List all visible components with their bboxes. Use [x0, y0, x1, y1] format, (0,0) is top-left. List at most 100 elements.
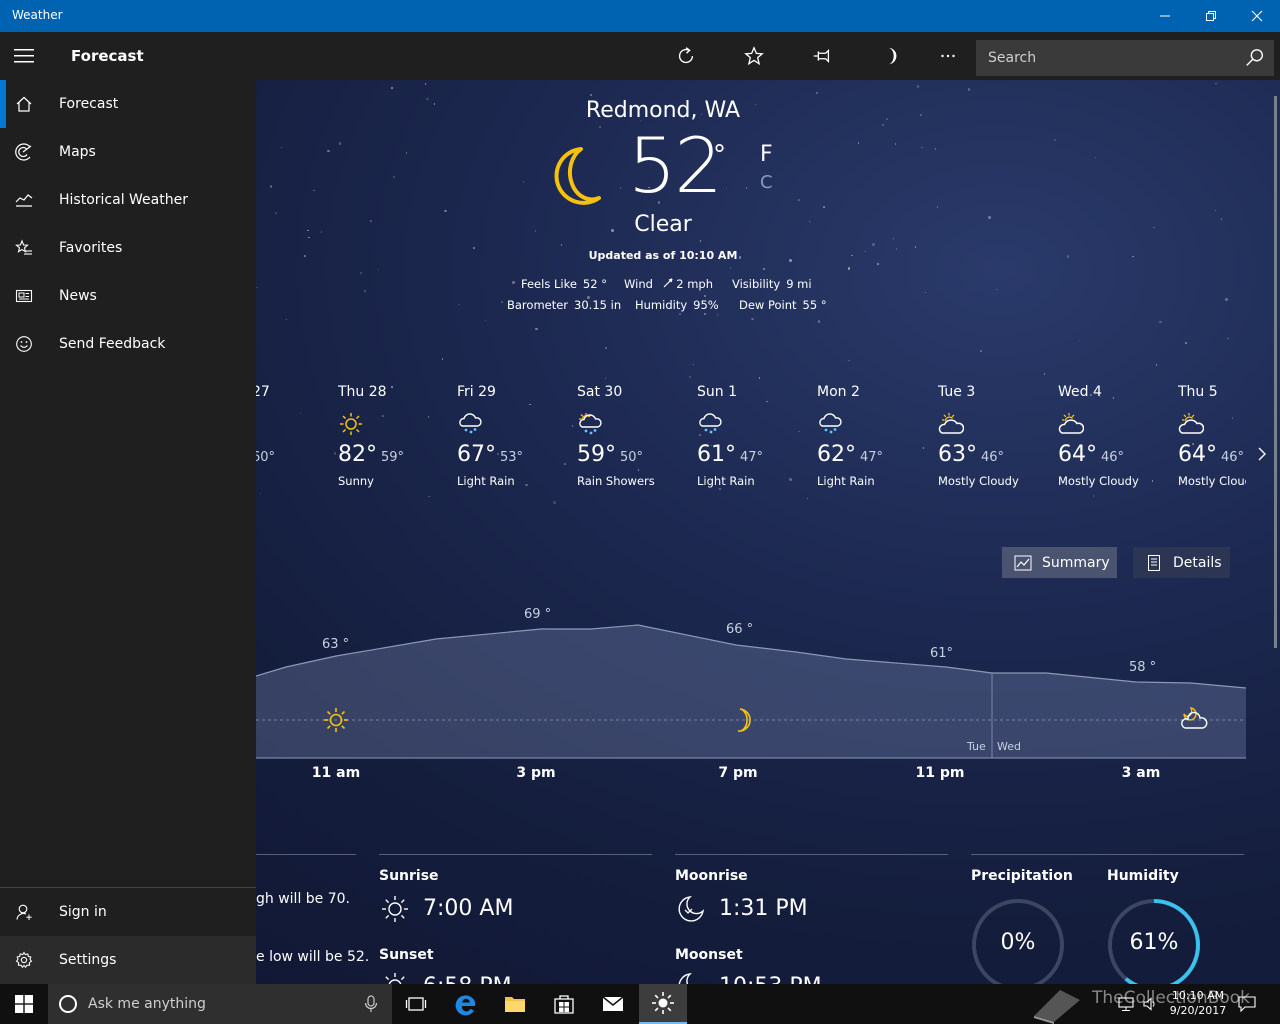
sidebar-item-favorites[interactable]: Favorites — [0, 224, 256, 272]
star — [851, 254, 853, 257]
star — [679, 313, 681, 315]
humidity-value: 95% — [693, 298, 719, 312]
star — [1094, 156, 1097, 159]
low-temp: 60° — [256, 450, 276, 465]
network-icon[interactable] — [1118, 996, 1134, 1012]
mail-button[interactable] — [589, 984, 637, 1024]
star-list-icon — [0, 224, 48, 272]
cortana-search-input[interactable] — [88, 984, 348, 1024]
search-box — [976, 40, 1274, 76]
refresh-button[interactable] — [662, 32, 710, 80]
sidebar-item-settings[interactable]: Settings — [0, 936, 256, 984]
hourly-temp-label: 66 ° — [726, 622, 754, 637]
star — [433, 103, 436, 105]
barometer: Barometer 30.15 in — [507, 298, 621, 312]
hourly-x-label: 3 am — [1121, 765, 1161, 781]
low-temp: 53° — [500, 450, 524, 465]
summary-tab[interactable]: Summary — [1002, 547, 1117, 578]
star — [894, 143, 897, 145]
sidebar-item-label: Send Feedback — [59, 336, 166, 352]
close-button[interactable] — [1234, 0, 1280, 32]
start-button[interactable] — [0, 984, 48, 1024]
microphone-icon[interactable] — [364, 995, 378, 1013]
moonrise-time: 1:31 PM — [719, 896, 808, 921]
star — [1043, 373, 1046, 375]
daily-forecast-item[interactable]: Tue 3 63° 46° Mostly Cloudy — [938, 384, 1054, 488]
star — [936, 206, 939, 208]
hamburger-menu-button[interactable] — [0, 32, 48, 80]
vertical-scrollbar[interactable] — [1274, 96, 1277, 648]
star — [1227, 337, 1229, 340]
daily-forecast-item[interactable]: Wed 4 64° 46° Mostly Cloudy — [1058, 384, 1174, 488]
dew-point-value: 55 ° — [802, 298, 827, 312]
system-clock[interactable]: 10:10 AM 9/20/2017 — [1160, 988, 1236, 1018]
humidity: Humidity 95% — [635, 298, 719, 312]
panel-divider — [971, 854, 1244, 855]
star — [689, 376, 691, 378]
day-name: Sun 1 — [697, 384, 737, 400]
star — [256, 286, 258, 289]
chart-icon — [0, 176, 48, 224]
daily-forecast-item[interactable]: Mon 2 62° 47° Light Rain — [817, 384, 933, 488]
daily-forecast-item[interactable]: Sat 30 59° 50° Rain Showers — [577, 384, 693, 488]
high-temp: 61° — [697, 442, 736, 467]
day-condition: Light Rain — [817, 474, 875, 488]
degree-symbol: ° — [713, 140, 726, 170]
sidebar-item-news[interactable]: News — [0, 272, 256, 320]
restore-button[interactable] — [1188, 0, 1234, 32]
hourly-x-label: 3 pm — [516, 765, 556, 781]
store-button[interactable] — [540, 984, 588, 1024]
wind-label: Wind — [624, 277, 653, 291]
star — [377, 268, 380, 271]
star — [808, 220, 811, 223]
location-name: Redmond, WA — [585, 98, 741, 123]
sidebar-item-forecast[interactable]: Forecast — [0, 80, 256, 128]
star — [553, 501, 556, 504]
daily-forecast-item[interactable]: Fri 29 67° 53° Light Rain — [457, 384, 573, 488]
file-explorer-button[interactable] — [491, 984, 539, 1024]
pin-button[interactable] — [798, 32, 846, 80]
sunrise-time: 7:00 AM — [423, 896, 514, 921]
day-condition: Mostly Cloudy — [938, 474, 1019, 488]
daily-forecast-item[interactable]: Thu 5 64° 46° Mostly Cloudy — [1178, 384, 1246, 488]
star — [995, 288, 998, 291]
favorite-button[interactable] — [730, 32, 778, 80]
daily-forecast-strip: 27 60° Thu 28 82° 59° Sunny Fri 29 67° 53° Light … — [256, 380, 1246, 500]
star — [967, 88, 971, 91]
search-icon[interactable] — [1244, 47, 1266, 69]
unit-fahrenheit-toggle[interactable]: F — [760, 142, 773, 167]
daily-forecast-item[interactable]: Sun 1 61° 47° Light Rain — [697, 384, 813, 488]
panel-divider — [379, 854, 652, 855]
weather-app-button[interactable] — [639, 984, 687, 1024]
sidebar-item-historical-weather[interactable]: Historical Weather — [0, 176, 256, 224]
sidebar-item-sign-in[interactable]: Sign in — [0, 888, 256, 936]
person-add-icon — [0, 888, 48, 936]
star — [560, 244, 562, 246]
night-mode-button[interactable] — [866, 32, 914, 80]
edge-button[interactable] — [442, 984, 490, 1024]
unit-celsius-toggle[interactable]: C — [760, 172, 773, 193]
task-view-button[interactable] — [392, 984, 440, 1024]
search-input[interactable] — [976, 40, 1236, 76]
chevron-right-icon[interactable] — [1252, 444, 1272, 464]
details-tab[interactable]: Details — [1133, 547, 1230, 578]
day-name: Tue 3 — [938, 384, 976, 400]
wind-direction-icon — [663, 278, 673, 288]
daily-forecast-item[interactable]: Thu 28 82° 59° Sunny — [338, 384, 454, 488]
star — [522, 181, 525, 183]
edge-icon — [455, 995, 475, 1016]
moon-icon — [888, 47, 897, 65]
gear-icon — [0, 936, 48, 984]
hourly-x-label: 11 am — [311, 765, 361, 781]
action-center-icon[interactable] — [1238, 996, 1256, 1012]
pin-icon — [813, 48, 830, 64]
sidebar-item-send-feedback[interactable]: Send Feedback — [0, 320, 256, 368]
volume-icon[interactable] — [1142, 996, 1158, 1012]
minimize-button[interactable] — [1142, 0, 1188, 32]
store-icon — [554, 995, 574, 1014]
sidebar-item-maps[interactable]: Maps — [0, 128, 256, 176]
star — [1078, 339, 1081, 342]
star — [1214, 209, 1217, 211]
details-label: Details — [1173, 554, 1222, 571]
more-options-button[interactable] — [924, 32, 972, 80]
